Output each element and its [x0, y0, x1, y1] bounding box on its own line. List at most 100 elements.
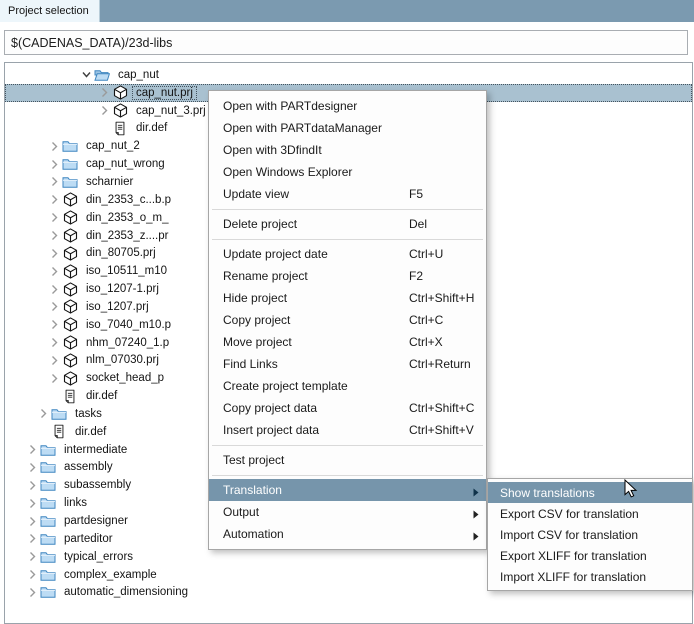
chevron-right-icon[interactable] — [36, 406, 51, 421]
submenu-arrow-icon — [473, 508, 479, 522]
menu-item-open-with-partdesigner[interactable]: Open with PARTdesigner — [209, 95, 486, 117]
menu-item-copy-project[interactable]: Copy projectCtrl+C — [209, 309, 486, 331]
menu-item-open-with-partdatamanager[interactable]: Open with PARTdataManager — [209, 117, 486, 139]
submenu-item-export-xliff-for-translation[interactable]: Export XLIFF for translation — [488, 545, 692, 566]
chevron-right-icon[interactable] — [47, 192, 62, 207]
chevron-right-icon[interactable] — [47, 139, 62, 154]
chevron-spacer — [47, 389, 62, 404]
chevron-right-icon[interactable] — [97, 103, 112, 118]
menu-item-test-project[interactable]: Test project — [209, 449, 486, 471]
chevron-right-icon[interactable] — [25, 531, 40, 546]
menu-item-move-project[interactable]: Move projectCtrl+X — [209, 331, 486, 353]
menu-item-insert-project-data[interactable]: Insert project dataCtrl+Shift+V — [209, 419, 486, 441]
menu-item-label: Rename project — [223, 269, 308, 283]
chevron-right-icon[interactable] — [47, 371, 62, 386]
menu-item-label: Delete project — [223, 217, 297, 231]
mouse-cursor — [624, 479, 638, 499]
submenu-arrow-icon — [473, 530, 479, 544]
chevron-right-icon[interactable] — [47, 317, 62, 332]
tree-item-cap-nut[interactable]: cap_nut — [5, 66, 692, 84]
folder-icon — [40, 495, 56, 511]
chevron-spacer — [36, 424, 51, 439]
chevron-spacer — [97, 121, 112, 136]
tree-item-label: nlm_07030.prj — [83, 354, 162, 366]
folder-icon — [40, 531, 56, 547]
chevron-right-icon[interactable] — [47, 210, 62, 225]
menu-item-shortcut: Ctrl+Return — [409, 357, 471, 371]
chevron-right-icon[interactable] — [25, 496, 40, 511]
menu-item-delete-project[interactable]: Delete projectDel — [209, 213, 486, 235]
submenu-item-show-translations[interactable]: Show translations — [488, 482, 692, 503]
project-icon — [62, 263, 78, 279]
tree-item-label: scharnier — [83, 176, 136, 188]
menu-separator — [212, 209, 483, 210]
submenu-item-export-csv-for-translation[interactable]: Export CSV for translation — [488, 503, 692, 524]
menu-item-open-with-3dfindit[interactable]: Open with 3DfindIt — [209, 139, 486, 161]
submenu-item-label: Export CSV for translation — [500, 507, 639, 521]
menu-item-create-project-template[interactable]: Create project template — [209, 375, 486, 397]
tree-item-label: cap_nut_wrong — [83, 158, 168, 170]
menu-item-automation[interactable]: Automation — [209, 523, 486, 545]
folder-icon — [51, 406, 67, 422]
chevron-right-icon[interactable] — [25, 585, 40, 600]
context-menu: Open with PARTdesigner Open with PARTdata… — [208, 90, 487, 550]
chevron-right-icon[interactable] — [25, 514, 40, 529]
chevron-right-icon[interactable] — [47, 353, 62, 368]
chevron-right-icon[interactable] — [47, 264, 62, 279]
chevron-right-icon[interactable] — [25, 442, 40, 457]
chevron-right-icon[interactable] — [47, 299, 62, 314]
project-icon — [62, 370, 78, 386]
menu-item-shortcut: F2 — [409, 269, 423, 283]
tab-project-selection[interactable]: Project selection — [0, 0, 100, 22]
tree-item-label: typical_errors — [61, 551, 136, 563]
chevron-right-icon[interactable] — [47, 174, 62, 189]
chevron-right-icon[interactable] — [47, 246, 62, 261]
tree-item-label: parteditor — [61, 533, 116, 545]
menu-item-label: Open with PARTdataManager — [223, 121, 382, 135]
chevron-right-icon[interactable] — [25, 549, 40, 564]
menu-item-update-project-date[interactable]: Update project dateCtrl+U — [209, 243, 486, 265]
tree-item-label: assembly — [61, 461, 116, 473]
menu-item-label: Move project — [223, 335, 292, 349]
tree-item-label: cap_nut_3.prj — [133, 105, 209, 117]
chevron-right-icon[interactable] — [47, 228, 62, 243]
partproject-window: Project selection cap_nutcap_nut.prjcap_… — [0, 0, 694, 597]
menu-item-label: Update project date — [223, 247, 328, 261]
menu-item-translation[interactable]: Translation — [209, 479, 486, 501]
menu-item-open-windows-explorer[interactable]: Open Windows Explorer — [209, 161, 486, 183]
chevron-down-icon[interactable] — [79, 67, 94, 82]
chevron-right-icon[interactable] — [47, 282, 62, 297]
tree-item-label: subassembly — [61, 479, 134, 491]
chevron-right-icon[interactable] — [25, 567, 40, 582]
menu-item-output[interactable]: Output — [209, 501, 486, 523]
menu-item-update-view[interactable]: Update viewF5 — [209, 183, 486, 205]
submenu-item-import-csv-for-translation[interactable]: Import CSV for translation — [488, 524, 692, 545]
tree-item-label: partdesigner — [61, 515, 131, 527]
chevron-right-icon[interactable] — [47, 335, 62, 350]
document-icon — [112, 120, 128, 136]
chevron-right-icon[interactable] — [97, 85, 112, 100]
tab-bar: Project selection — [0, 0, 694, 22]
path-input[interactable] — [4, 30, 688, 55]
menu-item-copy-project-data[interactable]: Copy project dataCtrl+Shift+C — [209, 397, 486, 419]
menu-item-hide-project[interactable]: Hide projectCtrl+Shift+H — [209, 287, 486, 309]
chevron-right-icon[interactable] — [25, 478, 40, 493]
menu-item-find-links[interactable]: Find LinksCtrl+Return — [209, 353, 486, 375]
menu-item-shortcut: Ctrl+C — [409, 313, 443, 327]
menu-item-shortcut: F5 — [409, 187, 423, 201]
project-icon — [62, 335, 78, 351]
document-icon — [62, 388, 78, 404]
project-icon — [62, 210, 78, 226]
folder-icon — [62, 156, 78, 172]
chevron-right-icon[interactable] — [25, 460, 40, 475]
menu-item-label: Hide project — [223, 291, 287, 305]
folder-icon — [40, 584, 56, 600]
project-icon — [112, 103, 128, 119]
tree-item-label: nhm_07240_1.p — [83, 337, 172, 349]
menu-item-rename-project[interactable]: Rename project F2 — [209, 265, 486, 287]
tree-item-label: dir.def — [133, 122, 170, 134]
menu-separator — [212, 445, 483, 446]
tree-item-label: cap_nut — [115, 69, 162, 81]
submenu-item-import-xliff-for-translation[interactable]: Import XLIFF for translation — [488, 566, 692, 587]
chevron-right-icon[interactable] — [47, 157, 62, 172]
